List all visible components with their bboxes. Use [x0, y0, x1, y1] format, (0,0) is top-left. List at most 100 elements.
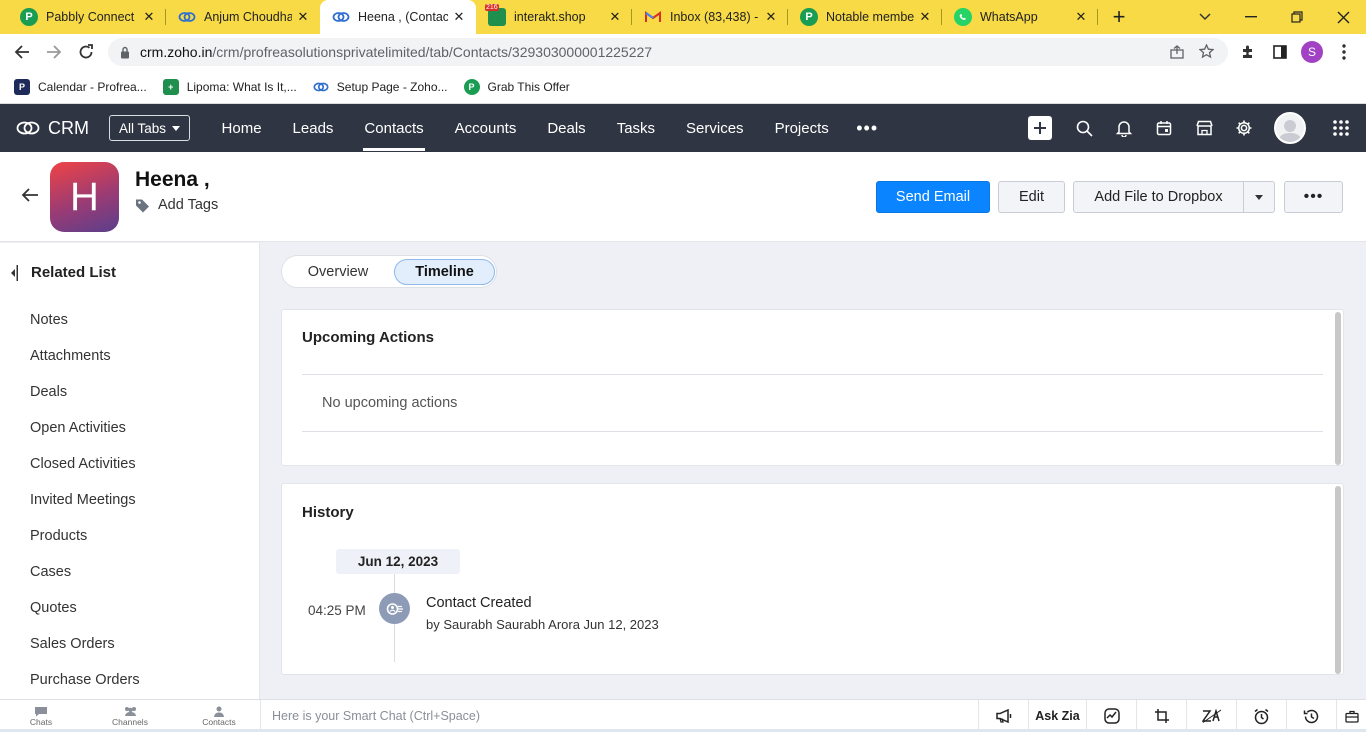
nav-contacts[interactable]: Contacts	[349, 104, 439, 152]
tab-overview[interactable]: Overview	[286, 259, 390, 285]
collapse-sidebar-icon[interactable]	[10, 264, 18, 281]
bookmark-label: Grab This Offer	[487, 79, 570, 94]
contacts-button[interactable]: Contacts	[189, 702, 249, 730]
browser-tab-heena-contact[interactable]: Heena , (Contact) ✕	[320, 0, 476, 34]
close-icon[interactable]: ✕	[604, 6, 626, 28]
related-item-sales-orders[interactable]: Sales Orders	[30, 626, 140, 662]
bookmark-grab-offer[interactable]: P Grab This Offer	[463, 78, 570, 95]
create-new-button[interactable]	[1020, 104, 1060, 152]
new-tab-button[interactable]: +	[1100, 0, 1138, 34]
scrollbar[interactable]	[1335, 486, 1341, 674]
close-icon[interactable]: ✕	[292, 6, 314, 28]
browser-tab-pabbly[interactable]: P Pabbly Connect ✕	[8, 0, 166, 34]
chats-button[interactable]: Chats	[11, 702, 71, 730]
related-item-notes[interactable]: Notes	[30, 302, 140, 338]
history-clock-icon[interactable]	[1286, 700, 1336, 732]
calendar-icon[interactable]	[1144, 104, 1184, 152]
bookmark-star-icon[interactable]	[1199, 44, 1214, 59]
related-item-purchase-orders[interactable]: Purchase Orders	[30, 662, 140, 698]
channels-button[interactable]: Channels	[100, 702, 160, 730]
nav-accounts[interactable]: Accounts	[439, 104, 532, 152]
add-tags-link[interactable]: Add Tags	[135, 197, 218, 213]
bookmark-calendar[interactable]: P Calendar - Profrea...	[14, 78, 147, 95]
back-arrow-icon[interactable]	[20, 185, 40, 205]
contact-created-icon	[379, 593, 410, 624]
restore-icon[interactable]	[1274, 0, 1320, 34]
pabbly-icon: P	[800, 8, 818, 26]
browser-tab-anjum[interactable]: Anjum Choudhary ✕	[166, 0, 320, 34]
share-icon[interactable]	[1170, 45, 1184, 59]
nav-more-button[interactable]: •••	[856, 118, 878, 139]
more-actions-button[interactable]: •••	[1284, 181, 1343, 213]
bell-icon[interactable]	[1104, 104, 1144, 152]
send-email-button[interactable]: Send Email	[876, 181, 990, 213]
history-entry-time: 04:25 PM	[308, 603, 366, 618]
edit-button[interactable]: Edit	[998, 181, 1065, 213]
smart-chat-input[interactable]: Here is your Smart Chat (Ctrl+Space)	[260, 700, 982, 732]
browser-tab-whatsapp[interactable]: WhatsApp ✕	[942, 0, 1098, 34]
signals-pulse-icon[interactable]	[1086, 700, 1136, 732]
announcement-megaphone-icon[interactable]	[978, 700, 1028, 732]
url-bar[interactable]: crm.zoho.in/crm/profreasolutionsprivatel…	[108, 38, 1228, 66]
browser-tab-gmail[interactable]: Inbox (83,438) - s ✕	[632, 0, 788, 34]
bookmark-lipoma[interactable]: + Lipoma: What Is It,...	[162, 78, 297, 95]
interakt-icon: 216	[485, 4, 506, 26]
gear-icon[interactable]	[1224, 104, 1264, 152]
tab-timeline[interactable]: Timeline	[394, 259, 495, 285]
add-file-to-dropbox-button[interactable]: Add File to Dropbox	[1074, 182, 1244, 212]
zia-signature-icon[interactable]	[1186, 700, 1236, 732]
user-silhouette-icon	[1274, 112, 1306, 144]
close-icon[interactable]: ✕	[760, 6, 782, 28]
briefcase-icon[interactable]	[1336, 700, 1366, 732]
nav-services[interactable]: Services	[671, 104, 760, 152]
browser-tab-title: Anjum Choudhary	[204, 10, 292, 24]
scrollbar[interactable]	[1335, 312, 1341, 465]
browser-tab-notable-member[interactable]: P Notable member ✕	[788, 0, 942, 34]
related-list-sidebar: Related List Notes Attachments Deals Ope…	[0, 243, 260, 699]
related-item-deals[interactable]: Deals	[30, 374, 140, 410]
search-icon[interactable]	[1064, 104, 1104, 152]
nav-deals[interactable]: Deals	[532, 104, 601, 152]
related-item-open-activities[interactable]: Open Activities	[30, 410, 140, 446]
browser-menu-icon[interactable]	[1330, 38, 1358, 66]
marketplace-store-icon[interactable]	[1184, 104, 1224, 152]
nav-projects[interactable]: Projects	[759, 104, 844, 152]
related-item-quotes[interactable]: Quotes	[30, 590, 140, 626]
nav-tasks[interactable]: Tasks	[601, 104, 670, 152]
close-icon[interactable]: ✕	[138, 6, 160, 28]
top-icons	[1020, 104, 1366, 152]
browser-tab-title: Heena , (Contact)	[358, 10, 448, 24]
forward-icon[interactable]	[40, 38, 68, 66]
related-item-invited-meetings[interactable]: Invited Meetings	[30, 482, 140, 518]
bookmark-setup-page[interactable]: Setup Page - Zoho...	[313, 79, 448, 95]
reload-icon[interactable]	[72, 38, 100, 66]
ask-zia-button[interactable]: Ask Zia	[1028, 700, 1086, 732]
nav-home[interactable]: Home	[206, 104, 277, 152]
profile-avatar[interactable]: S	[1298, 38, 1326, 66]
related-item-attachments[interactable]: Attachments	[30, 338, 140, 374]
alarm-clock-icon[interactable]	[1236, 700, 1286, 732]
tab-search-chevron-icon[interactable]	[1182, 0, 1228, 34]
browser-tab-strip: P Pabbly Connect ✕ Anjum Choudhary ✕ Hee…	[0, 0, 1366, 34]
crm-logo[interactable]: CRM	[16, 118, 89, 139]
close-icon[interactable]: ✕	[914, 6, 936, 28]
close-icon[interactable]: ✕	[1070, 6, 1092, 28]
window-close-icon[interactable]	[1320, 0, 1366, 34]
browser-tab-interakt[interactable]: 216 interakt.shop ✕	[476, 0, 632, 34]
pabbly-icon: P	[463, 78, 480, 95]
user-avatar[interactable]	[1264, 104, 1316, 152]
apps-grid-icon[interactable]	[1316, 104, 1366, 152]
all-tabs-dropdown[interactable]: All Tabs	[109, 115, 191, 141]
related-item-products[interactable]: Products	[30, 518, 140, 554]
crop-tool-icon[interactable]	[1136, 700, 1186, 732]
minimize-icon[interactable]	[1228, 0, 1274, 34]
side-panel-icon[interactable]	[1266, 38, 1294, 66]
back-icon[interactable]	[8, 38, 36, 66]
contact-avatar[interactable]: H	[50, 162, 119, 232]
related-item-closed-activities[interactable]: Closed Activities	[30, 446, 140, 482]
nav-leads[interactable]: Leads	[277, 104, 349, 152]
close-icon[interactable]: ✕	[448, 6, 470, 28]
dropbox-options-dropdown[interactable]	[1244, 182, 1274, 212]
extensions-puzzle-icon[interactable]	[1234, 38, 1262, 66]
related-item-cases[interactable]: Cases	[30, 554, 140, 590]
